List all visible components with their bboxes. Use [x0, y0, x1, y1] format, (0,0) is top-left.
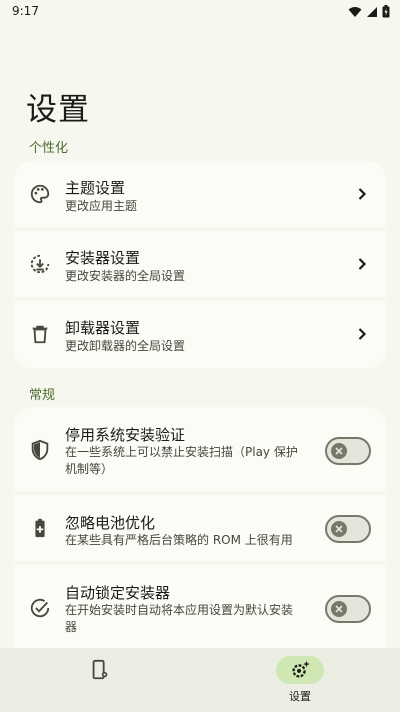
ignore-battery-title: 忽略电池优化	[65, 514, 156, 532]
uninstaller-settings-item[interactable]: 卸载器设置 更改卸载器的全局设置	[14, 301, 386, 368]
uninstaller-settings-subtitle: 更改卸载器的全局设置	[65, 339, 186, 353]
theme-settings-subtitle: 更改应用主题	[65, 199, 138, 213]
close-icon	[335, 525, 343, 533]
nav-item-settings[interactable]: 设置	[200, 648, 400, 712]
signal-icon	[367, 6, 377, 17]
theme-settings-title: 主题设置	[65, 179, 126, 197]
close-icon	[335, 605, 343, 613]
disable-verification-item[interactable]: 停用系统安装验证 在一些系统上可以禁止安装扫描（Play 保护 机制等）	[14, 407, 386, 491]
chevron-right-icon	[358, 328, 367, 340]
trash-icon	[28, 322, 52, 346]
disable-verification-title: 停用系统安装验证	[65, 426, 186, 444]
app-settings-icon	[76, 656, 124, 684]
disable-verification-toggle[interactable]	[325, 437, 371, 465]
theme-settings-item[interactable]: 主题设置 更改应用主题	[14, 161, 386, 227]
close-icon	[335, 447, 343, 455]
chevron-right-icon	[358, 258, 367, 270]
toggle-knob	[331, 521, 347, 537]
wifi-icon	[348, 6, 362, 17]
ignore-battery-item[interactable]: 忽略电池优化 在某些具有严格后台策略的 ROM 上很有用	[14, 495, 386, 561]
auto-lock-installer-subtitle: 在开始安装时自动将本应用设置为默认安装 器	[65, 602, 315, 636]
subtitle-line: 机制等）	[65, 462, 114, 476]
palette-icon	[28, 182, 52, 206]
installer-settings-title: 安装器设置	[65, 249, 141, 267]
subtitle-line: 器	[65, 620, 78, 634]
chevron-right-icon	[358, 188, 367, 200]
section-label-general: 常规	[29, 388, 56, 403]
subtitle-line: 在开始安装时自动将本应用设置为默认安装	[65, 603, 294, 617]
shield-icon	[28, 438, 52, 462]
battery-icon	[382, 5, 390, 18]
ignore-battery-toggle[interactable]	[325, 515, 371, 543]
section-label-personalization: 个性化	[29, 141, 69, 156]
auto-lock-installer-toggle[interactable]	[325, 595, 371, 623]
settings-sparkle-icon	[276, 656, 324, 684]
check-circle-icon	[28, 596, 52, 620]
installer-settings-subtitle: 更改安装器的全局设置	[65, 269, 186, 283]
download-circle-icon	[28, 252, 52, 276]
status-time: 9:17	[12, 4, 39, 18]
auto-lock-installer-item[interactable]: 自动锁定安装器 在开始安装时自动将本应用设置为默认安装 器	[14, 565, 386, 648]
disable-verification-subtitle: 在一些系统上可以禁止安装扫描（Play 保护 机制等）	[65, 444, 315, 478]
bottom-navigation: 设置	[0, 648, 400, 712]
toggle-knob	[331, 443, 347, 459]
uninstaller-settings-title: 卸载器设置	[65, 319, 141, 337]
status-icons	[348, 5, 390, 18]
installer-settings-item[interactable]: 安装器设置 更改安装器的全局设置	[14, 231, 386, 297]
battery-plus-icon	[28, 516, 52, 540]
personalization-card: 主题设置 更改应用主题 安装器设置 更改安装器的全局设置 卸载器设置 更改卸载器…	[14, 161, 386, 368]
subtitle-line: 在一些系统上可以禁止安装扫描（Play 保护	[65, 445, 298, 459]
page-title: 设置	[26, 92, 90, 128]
auto-lock-installer-title: 自动锁定安装器	[65, 584, 171, 602]
nav-item-app-settings[interactable]	[0, 648, 200, 712]
general-card: 停用系统安装验证 在一些系统上可以禁止安装扫描（Play 保护 机制等） 忽略电…	[14, 407, 386, 648]
status-bar: 9:17	[0, 0, 400, 24]
nav-label-settings: 设置	[289, 690, 311, 703]
toggle-knob	[331, 601, 347, 617]
ignore-battery-subtitle: 在某些具有严格后台策略的 ROM 上很有用	[65, 533, 293, 547]
